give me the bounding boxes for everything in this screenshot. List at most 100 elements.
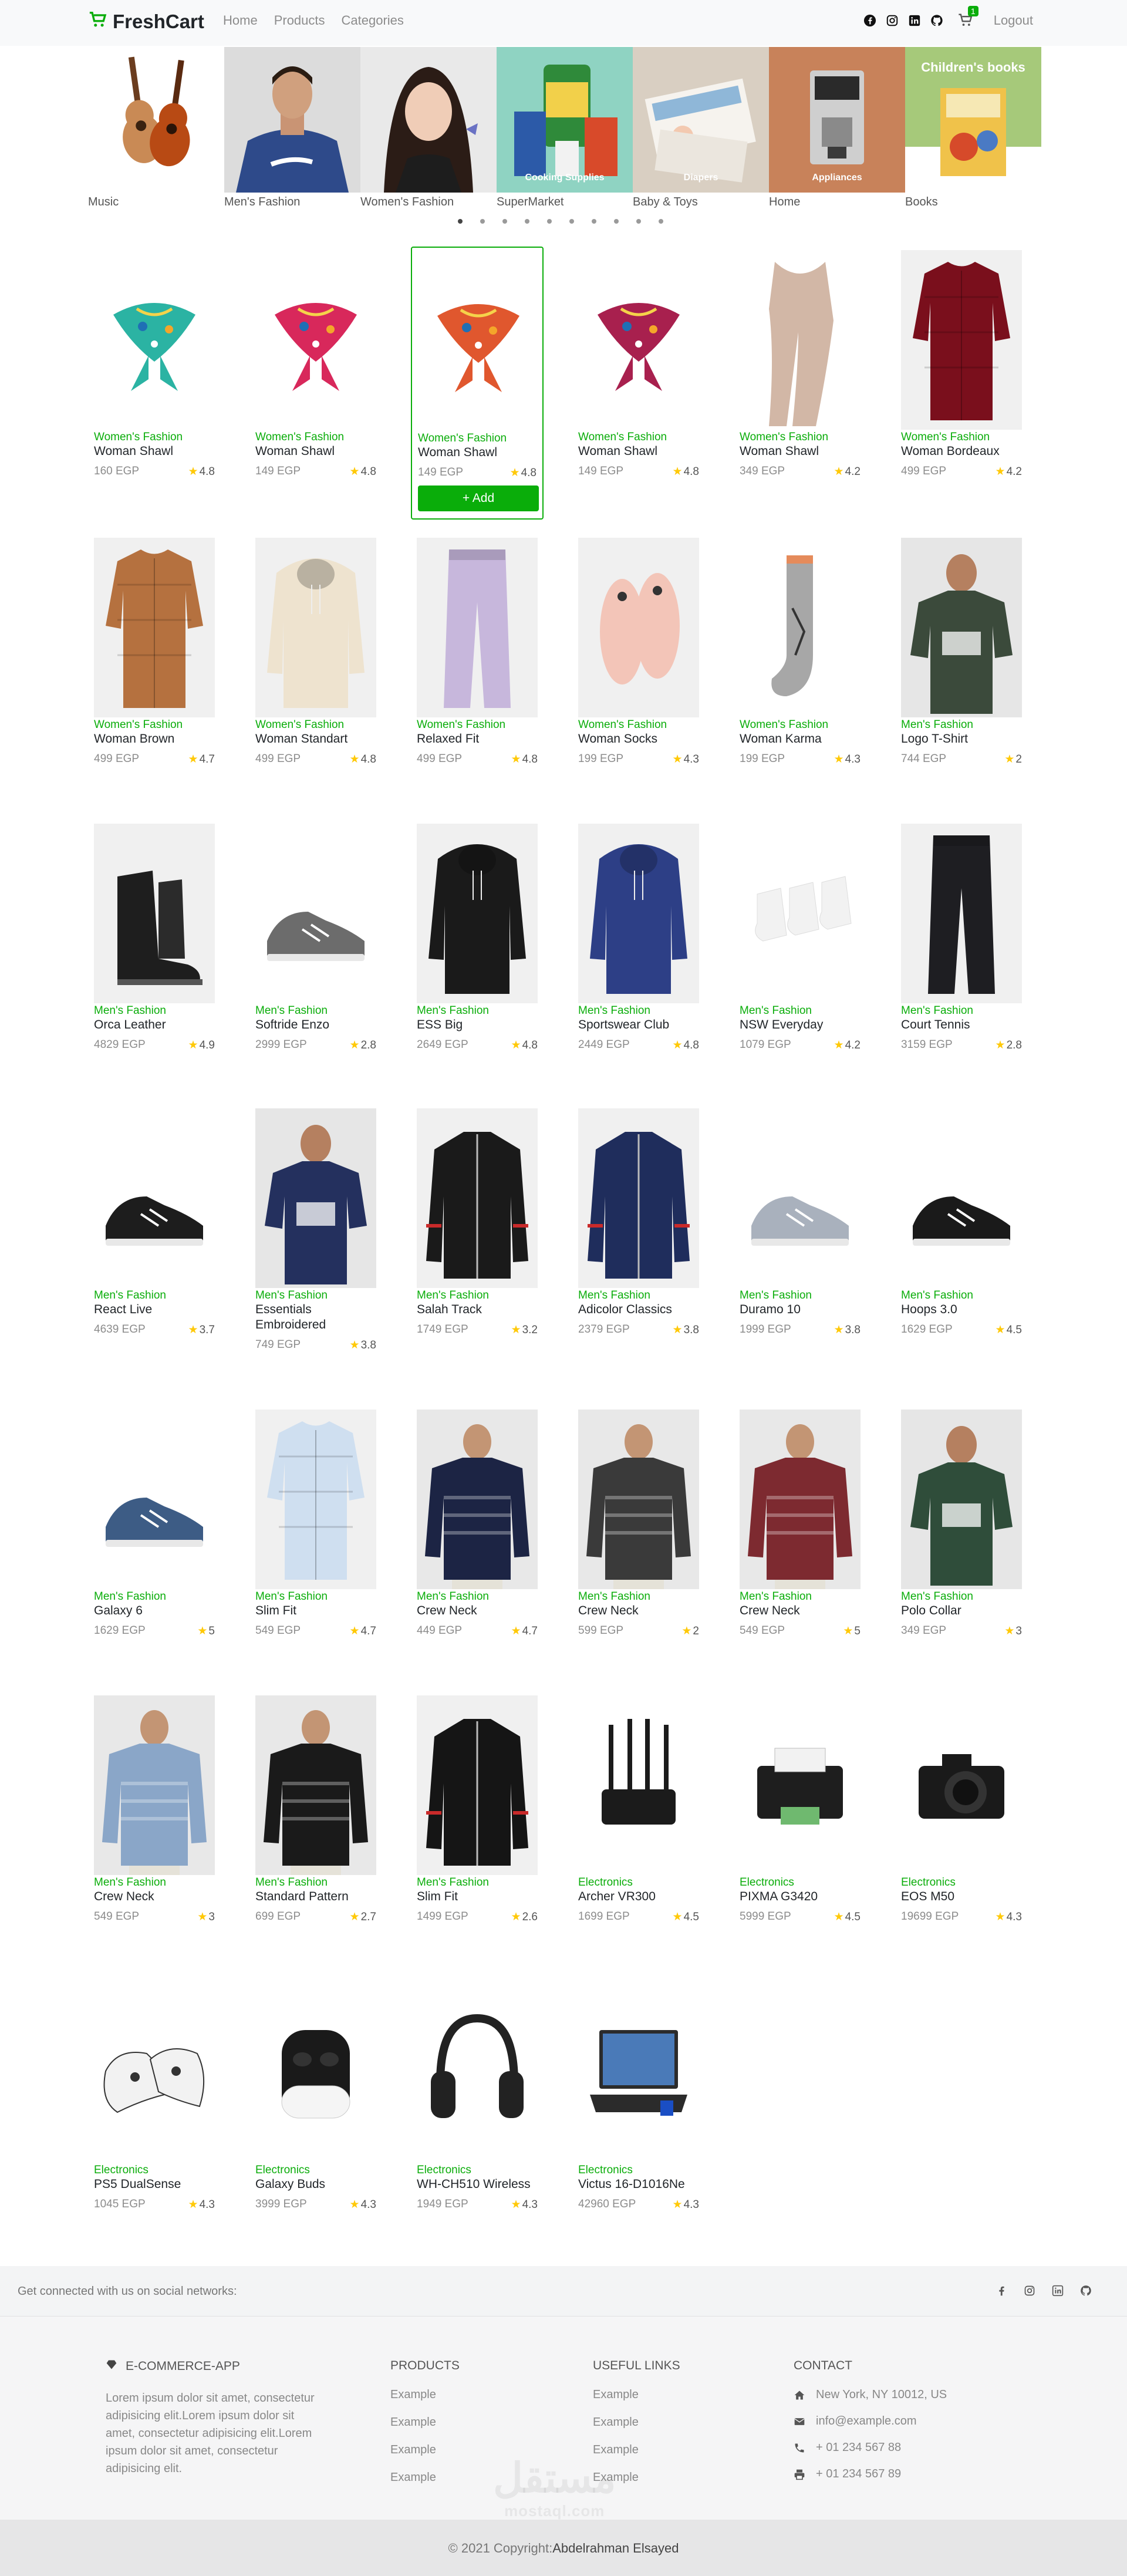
product-title[interactable]: Crew Neck [94, 1889, 215, 1904]
product-card[interactable]: Men's Fashion Standard Pattern 699 EGP ★ 2.7 [249, 1692, 382, 1931]
product-card[interactable]: Women's Fashion Woman Shawl 149 EGP ★ 4.8 [249, 247, 382, 485]
slider-dot[interactable] [636, 219, 641, 224]
product-image[interactable] [740, 1108, 861, 1288]
product-card[interactable]: Men's Fashion Slim Fit 1499 EGP ★ 2.6 [411, 1692, 544, 1931]
product-title[interactable]: Logo T-Shirt [901, 731, 1022, 747]
product-image[interactable] [901, 1108, 1022, 1288]
footer-email[interactable]: info@example.com [794, 2415, 947, 2428]
product-card[interactable]: Electronics Victus 16-D1016Ne 42960 EGP ★ 4.… [572, 1980, 705, 2218]
product-card[interactable]: Women's Fashion Woman Karma 199 EGP ★ 4.3 [734, 534, 866, 773]
product-title[interactable]: Standard Pattern [255, 1889, 376, 1904]
product-card[interactable]: Women's Fashion Woman Brown 499 EGP ★ 4.7 [88, 534, 221, 773]
product-title[interactable]: Sportswear Club [578, 1017, 699, 1033]
product-card[interactable]: Men's Fashion ESS Big 2649 EGP ★ 4.8 [411, 820, 544, 1059]
product-card[interactable]: Men's Fashion React Live 4639 EGP ★ 3.7 [88, 1105, 221, 1344]
slider-dot[interactable] [547, 219, 552, 224]
product-image[interactable] [417, 1983, 538, 2163]
product-image[interactable] [901, 538, 1022, 717]
product-title[interactable]: Crew Neck [417, 1603, 538, 1619]
nav-link-products[interactable]: Products [274, 13, 325, 28]
product-image[interactable] [417, 1410, 538, 1589]
product-card[interactable]: Men's Fashion Sportswear Club 2449 EGP ★ 4.8 [572, 820, 705, 1059]
product-image[interactable] [578, 1695, 699, 1875]
footer-products-link[interactable]: Example [390, 2416, 460, 2429]
product-image[interactable] [94, 1410, 215, 1589]
product-image[interactable] [740, 824, 861, 1003]
product-card[interactable]: Electronics Galaxy Buds 3999 EGP ★ 4.3 [249, 1980, 382, 2218]
category-slide-mens-fashion[interactable]: Men's Fashion [224, 47, 360, 209]
product-title[interactable]: Victus 16-D1016Ne [578, 2177, 699, 2192]
instagram-icon[interactable] [1024, 2285, 1035, 2299]
product-title[interactable]: Essentials Embroidered [255, 1302, 376, 1333]
product-card[interactable]: Men's Fashion Galaxy 6 1629 EGP ★ 5 [88, 1406, 221, 1645]
facebook-icon[interactable] [863, 14, 876, 27]
category-slider[interactable]: Music Men's Fashion Women's Fashion Cook… [88, 47, 1041, 211]
product-title[interactable]: Crew Neck [740, 1603, 861, 1619]
product-title[interactable]: PS5 DualSense [94, 2177, 215, 2192]
product-card[interactable]: Electronics EOS M50 19699 EGP ★ 4.3 [895, 1692, 1028, 1931]
product-image[interactable] [94, 1108, 215, 1288]
slider-dot[interactable] [659, 219, 663, 224]
product-image[interactable] [901, 250, 1022, 430]
copyright-author[interactable]: Abdelrahman Elsayed [552, 2541, 679, 2555]
slider-dot[interactable] [525, 219, 529, 224]
product-image[interactable] [255, 250, 376, 430]
product-card[interactable]: Women's Fashion Relaxed Fit 499 EGP ★ 4.8 [411, 534, 544, 773]
product-card[interactable]: Women's Fashion Woman Shawl 149 EGP ★ 4.8 + A… [411, 247, 544, 520]
product-title[interactable]: Woman Shawl [578, 444, 699, 459]
slider-dot[interactable] [592, 219, 596, 224]
slider-dot[interactable] [480, 219, 485, 224]
footer-products-link[interactable]: Example [390, 2471, 460, 2484]
slider-dot[interactable] [502, 219, 507, 224]
product-card[interactable]: Women's Fashion Woman Standart 499 EGP ★ 4.8 [249, 534, 382, 773]
product-card[interactable]: Men's Fashion Slim Fit 549 EGP ★ 4.7 [249, 1406, 382, 1645]
facebook-icon[interactable] [996, 2285, 1007, 2299]
product-title[interactable]: Salah Track [417, 1302, 538, 1317]
product-image[interactable] [740, 1410, 861, 1589]
slider-dot[interactable] [614, 219, 619, 224]
product-image[interactable] [255, 1695, 376, 1875]
product-image[interactable] [255, 1410, 376, 1589]
product-image[interactable] [578, 1983, 699, 2163]
product-image[interactable] [94, 538, 215, 717]
product-title[interactable]: Woman Bordeaux [901, 444, 1022, 459]
product-image[interactable] [901, 1410, 1022, 1589]
product-image[interactable] [740, 250, 861, 430]
instagram-icon[interactable] [886, 14, 899, 27]
product-image[interactable] [418, 251, 539, 431]
product-image[interactable] [94, 250, 215, 430]
product-title[interactable]: Slim Fit [255, 1603, 376, 1619]
product-card[interactable]: Electronics Archer VR300 1699 EGP ★ 4.5 [572, 1692, 705, 1931]
product-title[interactable]: Woman Standart [255, 731, 376, 747]
cart-button[interactable]: 1 [957, 6, 978, 29]
product-title[interactable]: Softride Enzo [255, 1017, 376, 1033]
product-card[interactable]: Men's Fashion Orca Leather 4829 EGP ★ 4.9 [88, 820, 221, 1059]
product-title[interactable]: Orca Leather [94, 1017, 215, 1033]
product-title[interactable]: NSW Everyday [740, 1017, 861, 1033]
product-title[interactable]: Slim Fit [417, 1889, 538, 1904]
add-to-cart-button[interactable]: + Add [418, 485, 539, 511]
product-image[interactable] [740, 538, 861, 717]
product-image[interactable] [94, 1695, 215, 1875]
product-image[interactable] [578, 250, 699, 430]
product-title[interactable]: WH-CH510 Wireless [417, 2177, 538, 2192]
footer-products-link[interactable]: Example [390, 2388, 460, 2402]
product-title[interactable]: Hoops 3.0 [901, 1302, 1022, 1317]
product-title[interactable]: Woman Shawl [418, 445, 536, 460]
product-title[interactable]: React Live [94, 1302, 215, 1317]
product-card[interactable]: Electronics WH-CH510 Wireless 1949 EGP ★ 4.3 [411, 1980, 544, 2218]
category-slide-supermarket[interactable]: Cooking Supplies SuperMarket [497, 47, 633, 209]
linkedin-icon[interactable] [908, 14, 921, 27]
product-image[interactable] [255, 538, 376, 717]
product-card[interactable]: Men's Fashion Softride Enzo 2999 EGP ★ 2.8 [249, 820, 382, 1059]
product-title[interactable]: Woman Karma [740, 731, 861, 747]
product-title[interactable]: Polo Collar [901, 1603, 1022, 1619]
product-title[interactable]: Woman Brown [94, 731, 215, 747]
product-card[interactable]: Men's Fashion Hoops 3.0 1629 EGP ★ 4.5 [895, 1105, 1028, 1344]
product-card[interactable]: Men's Fashion Crew Neck 449 EGP ★ 4.7 [411, 1406, 544, 1645]
nav-link-home[interactable]: Home [223, 13, 258, 28]
product-card[interactable]: Women's Fashion Woman Bordeaux 499 EGP ★ 4.2 [895, 247, 1028, 485]
product-title[interactable]: Court Tennis [901, 1017, 1022, 1033]
category-slide-books[interactable]: Children's books Books [905, 47, 1041, 209]
product-card[interactable]: Men's Fashion Salah Track 1749 EGP ★ 3.2 [411, 1105, 544, 1344]
